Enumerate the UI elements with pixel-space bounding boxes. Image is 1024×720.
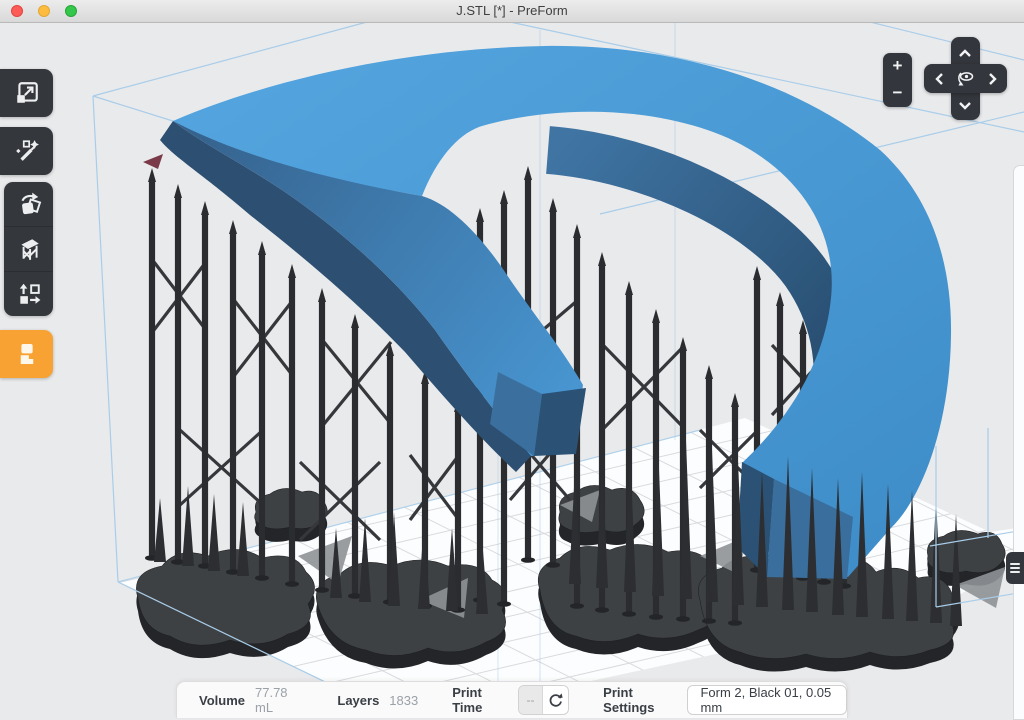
layout-button[interactable] — [4, 272, 53, 316]
volume-value: 77.78 mL — [255, 685, 301, 715]
tool-group — [4, 182, 53, 316]
chevron-left-icon — [935, 72, 944, 86]
cartridge-icon — [12, 339, 42, 369]
print-settings-selector[interactable]: Form 2, Black 01, 0.05 mm — [687, 685, 847, 715]
right-panel-edge — [1013, 165, 1024, 720]
viewport-3d[interactable] — [0, 0, 1024, 718]
zoom-in-button[interactable]: + — [883, 53, 912, 80]
refresh-button[interactable] — [543, 686, 569, 714]
window-title: J.STL [*] - PreForm — [0, 3, 1024, 18]
zoom-control: + − — [883, 53, 912, 107]
chevron-up-icon — [958, 49, 972, 58]
print-time-label: Print Time — [452, 685, 506, 715]
orbit-eye-icon — [954, 68, 976, 90]
zoom-out-button[interactable]: − — [883, 80, 912, 107]
status-bar: Volume 77.78 mL Layers 1833 Print Time -… — [176, 681, 848, 718]
pan-up-button[interactable] — [953, 41, 977, 65]
orbit-view-button[interactable] — [953, 67, 977, 91]
magic-wand-icon — [14, 138, 40, 164]
panel-toggle-button[interactable] — [1006, 552, 1024, 584]
supports-button[interactable] — [4, 227, 53, 272]
size-button[interactable] — [0, 69, 53, 117]
layers-label: Layers — [337, 693, 379, 708]
one-click-print-button[interactable] — [0, 127, 53, 175]
orient-button[interactable] — [4, 182, 53, 227]
pan-down-button[interactable] — [953, 93, 977, 117]
print-settings-label: Print Settings — [603, 685, 675, 715]
chevron-down-icon — [958, 101, 972, 110]
volume-label: Volume — [199, 693, 245, 708]
pan-left-button[interactable] — [927, 67, 951, 91]
title-bar: J.STL [*] - PreForm — [0, 0, 1024, 23]
print-button[interactable] — [0, 330, 53, 378]
print-time-value: -- — [519, 686, 542, 714]
rotate-icon — [16, 191, 42, 217]
chevron-right-icon — [988, 72, 997, 86]
resize-icon — [14, 80, 40, 106]
pan-right-button[interactable] — [980, 67, 1004, 91]
refresh-icon — [547, 692, 564, 709]
print-time-control[interactable]: -- — [518, 685, 569, 715]
layout-icon — [16, 281, 42, 307]
layers-value: 1833 — [389, 693, 418, 708]
supports-icon — [16, 236, 42, 262]
menu-icon — [1006, 563, 1024, 573]
